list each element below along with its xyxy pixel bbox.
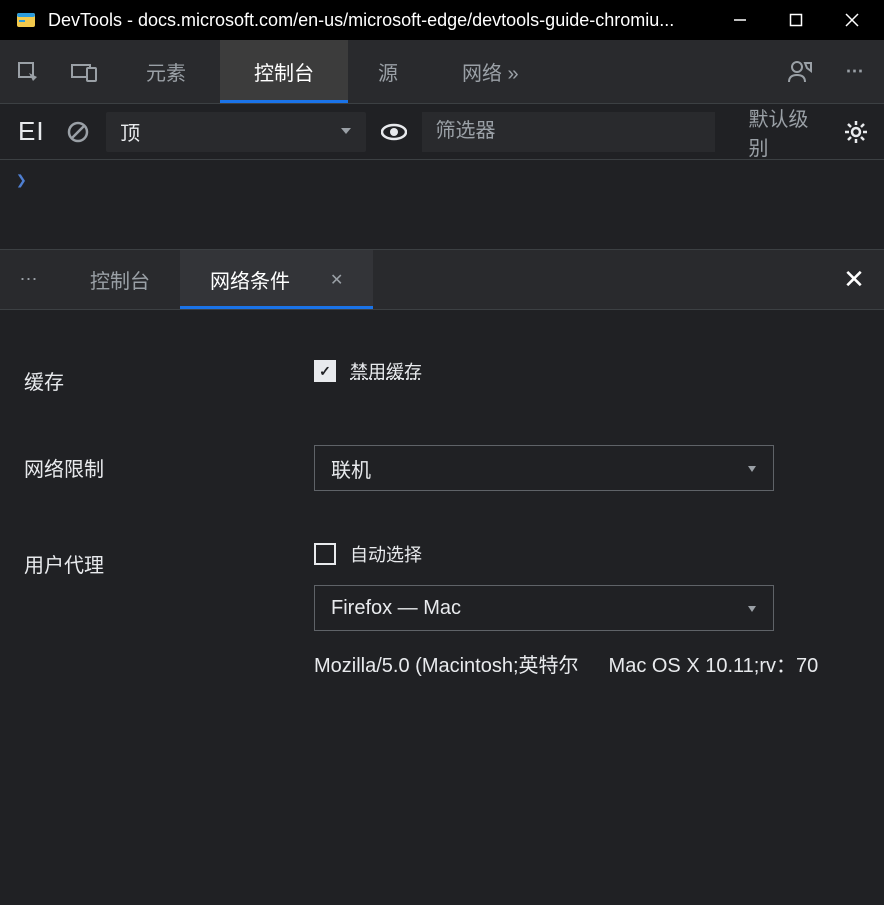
inspect-element-icon[interactable] [0,40,56,103]
more-menu-icon[interactable]: ⋯ [828,40,884,103]
log-level-select[interactable]: 默认级别 [739,103,829,161]
window-titlebar: DevTools - docs.microsoft.com/en-us/micr… [0,0,884,40]
tab-sources[interactable]: 源 [348,40,428,103]
close-drawer-icon[interactable]: ✕ [824,250,884,309]
checkbox-checked-icon: ✓ [314,360,336,382]
console-settings-icon[interactable] [841,114,872,150]
cache-label: 缓存 [24,358,314,395]
execution-context-select[interactable]: 顶 [106,112,366,152]
drawer-more-tabs-icon[interactable]: ⋯ [0,250,60,309]
devtools-app-icon [14,8,38,32]
drawer-tab-network-conditions[interactable]: 网络条件 ✕ [180,250,373,309]
auto-select-checkbox[interactable]: 自动选择 [314,541,860,567]
console-prompt-icon: ❯ [16,170,27,191]
device-toolbar-icon[interactable] [56,40,112,103]
dropdown-arrow-icon [747,597,757,620]
window-controls [712,0,880,40]
user-agent-row: 用户代理 自动选择 Firefox — Mac Mozilla/5.0 (Mac… [24,541,860,678]
drawer-tab-strip: ⋯ 控制台 网络条件 ✕ ✕ [0,250,884,310]
throttling-label: 网络限制 [24,445,314,482]
throttling-value: 联机 [331,454,371,483]
user-agent-select[interactable]: Firefox — Mac [314,585,774,631]
maximize-button[interactable] [768,0,824,40]
console-sidebar-toggle[interactable]: EI [12,116,51,147]
clear-console-icon[interactable] [63,114,94,150]
auto-select-label: 自动选择 [350,541,422,567]
context-selected-value: 顶 [120,117,140,146]
tab-elements[interactable]: 元素 [112,40,220,103]
close-window-button[interactable] [824,0,880,40]
main-tab-strip: 元素 控制台 源 网络 » ⋯ [0,40,884,104]
filter-input[interactable] [422,112,715,152]
user-agent-string-display: Mozilla/5.0 (Macintosh;英特尔 Mac OS X 10.1… [314,649,844,678]
ua-string-part-2: Mac OS X 10.11;rv：70 [609,649,819,678]
minimize-button[interactable] [712,0,768,40]
throttling-select[interactable]: 联机 [314,445,774,491]
console-output[interactable]: ❯ [0,160,884,250]
disable-cache-checkbox[interactable]: ✓ 禁用缓存 [314,358,860,384]
tab-network-more[interactable]: 网络 » [428,40,553,103]
drawer-tab-console[interactable]: 控制台 [60,250,180,309]
tab-console[interactable]: 控制台 [220,40,348,103]
throttling-row: 网络限制 联机 [24,445,860,491]
user-agent-value: Firefox — Mac [331,597,461,620]
window-title: DevTools - docs.microsoft.com/en-us/micr… [48,10,712,31]
checkbox-unchecked-icon [314,543,336,565]
live-expression-icon[interactable] [378,114,409,150]
dropdown-arrow-icon [340,120,352,143]
dropdown-arrow-icon [747,457,757,480]
ua-string-part-1: Mozilla/5.0 (Macintosh;英特尔 [314,649,579,678]
console-toolbar: EI 顶 默认级别 [0,104,884,160]
drawer-tab-label: 网络条件 [210,265,290,294]
network-conditions-panel: 缓存 ✓ 禁用缓存 网络限制 联机 用户代理 自动选择 Firefox — Ma… [0,310,884,752]
user-agent-label: 用户代理 [24,541,314,578]
close-tab-icon[interactable]: ✕ [330,270,343,290]
disable-cache-label: 禁用缓存 [350,358,422,384]
cache-row: 缓存 ✓ 禁用缓存 [24,358,860,395]
account-icon[interactable] [772,40,828,103]
